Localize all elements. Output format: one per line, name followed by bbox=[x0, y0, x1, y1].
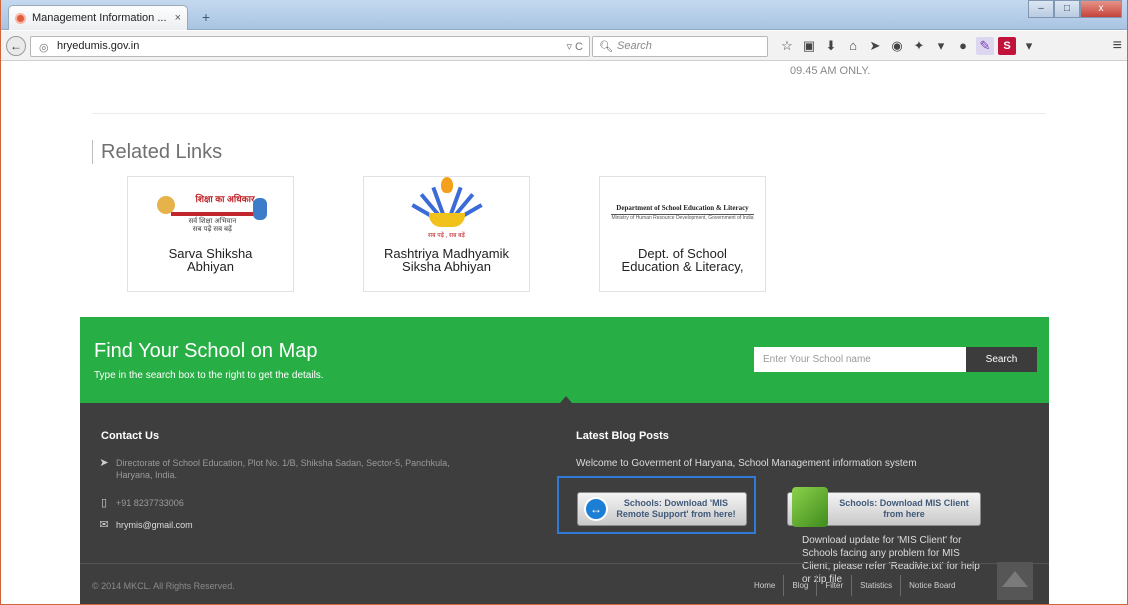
s-addon-icon[interactable]: S bbox=[998, 37, 1016, 55]
scroll-to-top-button[interactable] bbox=[997, 562, 1033, 600]
globe-icon: ◎ bbox=[39, 42, 49, 54]
pen-addon-icon[interactable]: ✎ bbox=[976, 37, 994, 55]
browser-tab[interactable]: Management Information ... × bbox=[8, 5, 188, 30]
contact-phone: ▯ +91 8237733006 bbox=[92, 497, 184, 509]
related-links-heading: Related Links bbox=[92, 140, 222, 164]
browser-search-input[interactable]: 🔍︎ Search bbox=[592, 36, 768, 57]
maximize-button[interactable]: □ bbox=[1054, 0, 1080, 18]
reload-icon[interactable]: ▿ C bbox=[566, 40, 583, 53]
footer-link-statistics[interactable]: Statistics bbox=[851, 575, 900, 596]
send-icon[interactable]: ➤ bbox=[866, 37, 884, 55]
site-footer: Contact Us ➤ Directorate of School Educa… bbox=[80, 403, 1049, 605]
tab-title: Management Information ... bbox=[32, 12, 167, 24]
browser-nav-bar: ← ◎ hryedumis.gov.in ▿ C 🔍︎ Search ☆ ▣ ⬇… bbox=[0, 31, 1128, 61]
chat-icon[interactable]: ● bbox=[954, 37, 972, 55]
footer-link-blog[interactable]: Blog bbox=[783, 575, 816, 596]
find-school-section: Find Your School on Map Type in the sear… bbox=[80, 317, 1049, 403]
footer-link-home[interactable]: Home bbox=[746, 575, 783, 596]
reading-list-icon[interactable]: ▣ bbox=[800, 37, 818, 55]
envelope-icon: ✉ bbox=[99, 519, 109, 531]
browser-toolbar-icons: ☆ ▣ ⬇ ⌂ ➤ ◉ ✦ ▾ ● ✎ S ▾ bbox=[778, 37, 1038, 55]
school-name-input[interactable] bbox=[754, 347, 966, 372]
contact-email[interactable]: ✉ hrymis@gmail.com bbox=[92, 519, 192, 531]
tab-close-icon[interactable]: × bbox=[175, 12, 181, 24]
mobile-phone-icon: ▯ bbox=[100, 497, 108, 509]
url-text: hryedumis.gov.in bbox=[57, 40, 140, 52]
package-box-icon bbox=[792, 487, 828, 527]
back-arrow-icon: ← bbox=[10, 39, 22, 53]
book-icon bbox=[428, 213, 465, 227]
bookmark-star-icon[interactable]: ☆ bbox=[778, 37, 796, 55]
school-search-button[interactable]: Search bbox=[966, 347, 1037, 372]
search-icon: 🔍︎ bbox=[599, 41, 613, 53]
find-school-subtitle: Type in the search box to the right to g… bbox=[94, 370, 324, 381]
section-pointer bbox=[560, 396, 572, 403]
footer-links: Home Blog Filter Statistics Notice Board bbox=[746, 575, 963, 596]
related-link-label: Rashtriya Madhyamik Siksha Abhiyan bbox=[384, 246, 509, 274]
rmsa-logo-text: सब पढ़ें , सब बढ़ें bbox=[428, 233, 465, 239]
addon-menu-icon[interactable]: ▾ bbox=[1020, 37, 1038, 55]
footer-link-filter[interactable]: Filter bbox=[816, 575, 851, 596]
footer-link-notice-board[interactable]: Notice Board bbox=[900, 575, 963, 596]
footer-divider bbox=[80, 563, 1049, 564]
window-controls: – □ x bbox=[1028, 0, 1122, 18]
download-icon[interactable]: ⬇ bbox=[822, 37, 840, 55]
section-divider bbox=[92, 113, 1046, 114]
rmsa-logo: सब पढ़ें , सब बढ़ें bbox=[364, 177, 529, 247]
latest-blog-heading: Latest Blog Posts bbox=[576, 430, 669, 442]
teamviewer-icon: ↔ bbox=[584, 497, 608, 521]
location-arrow-icon: ➤ bbox=[99, 457, 109, 469]
minimize-button[interactable]: – bbox=[1028, 0, 1054, 18]
blog-welcome-text: Welcome to Goverment of Haryana, School … bbox=[576, 458, 917, 469]
related-link-label: Dept. of School Education & Literacy, bbox=[621, 246, 744, 274]
home-icon[interactable]: ⌂ bbox=[844, 37, 862, 55]
new-tab-button[interactable]: + bbox=[196, 8, 216, 26]
related-link-dsel[interactable]: Department of School Education & Literac… bbox=[599, 176, 766, 292]
dsel-logo-subtext: Ministry of Human Resource Development, … bbox=[611, 214, 754, 221]
site-favicon-icon bbox=[15, 12, 26, 24]
up-arrow-icon bbox=[1002, 571, 1028, 587]
contact-address: ➤ Directorate of School Education, Plot … bbox=[92, 457, 536, 481]
ssa-logo-subtext: सर्व शिक्षा अभियान सब पढ़ें सब बढ़ें bbox=[188, 218, 237, 233]
pocket-icon[interactable]: ◉ bbox=[888, 37, 906, 55]
browser-tab-bar: Management Information ... × + – □ x bbox=[0, 0, 1128, 30]
find-school-title: Find Your School on Map bbox=[94, 340, 318, 362]
flame-icon bbox=[440, 177, 453, 193]
dsel-logo-text: Department of School Education & Literac… bbox=[611, 204, 754, 215]
dsel-logo: Department of School Education & Literac… bbox=[600, 177, 765, 247]
download-remote-support-button[interactable]: ↔ Schools: Download 'MIS Remote Support' … bbox=[577, 492, 747, 526]
contact-us-heading: Contact Us bbox=[101, 430, 160, 442]
address-bar[interactable]: ◎ hryedumis.gov.in ▿ C bbox=[30, 36, 590, 57]
ssa-logo: शिक्षा का अधिकार सर्व शिक्षा अभियान सब पढ… bbox=[128, 177, 293, 247]
pencil-icon bbox=[170, 212, 261, 216]
related-link-ssa[interactable]: शिक्षा का अधिकार सर्व शिक्षा अभियान सब पढ… bbox=[127, 176, 294, 292]
related-link-label: Sarva Shiksha Abhiyan bbox=[168, 246, 253, 274]
back-button[interactable]: ← bbox=[6, 36, 26, 56]
related-link-rmsa[interactable]: सब पढ़ें , सब बढ़ें Rashtriya Madhyamik … bbox=[363, 176, 530, 292]
addon-icon[interactable]: ✦ bbox=[910, 37, 928, 55]
browser-search-placeholder: Search bbox=[617, 40, 652, 52]
copyright-text: © 2014 MKCL. All Rights Reserved. bbox=[92, 581, 235, 591]
child-figure-icon bbox=[252, 198, 267, 220]
notice-time-text: 09.45 AM ONLY. bbox=[790, 65, 871, 77]
ssa-logo-text: शिक्षा का अधिकार bbox=[195, 194, 255, 204]
close-window-button[interactable]: x bbox=[1080, 0, 1122, 18]
download-mis-client-button[interactable]: Schools: Download MIS Client from here bbox=[787, 487, 981, 527]
dropdown-icon[interactable]: ▾ bbox=[932, 37, 950, 55]
hamburger-menu-icon[interactable]: ≡ bbox=[1113, 37, 1122, 55]
